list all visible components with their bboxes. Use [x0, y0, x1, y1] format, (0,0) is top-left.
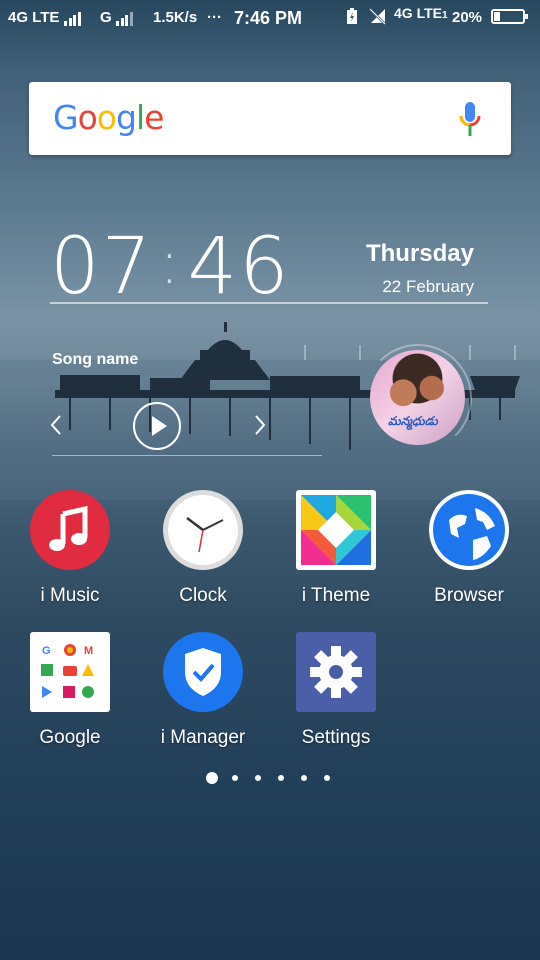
page-dot[interactable] — [206, 772, 218, 784]
theme-icon — [296, 490, 376, 570]
page-dot[interactable] — [232, 775, 238, 781]
signal-icon — [116, 9, 134, 26]
google-logo-letter: o — [96, 98, 117, 137]
clock-hours: 07 — [50, 222, 154, 312]
signal-icon — [64, 9, 82, 26]
page-dot[interactable] — [324, 775, 330, 781]
page-dot[interactable] — [255, 775, 261, 781]
network-label-2: G — [100, 9, 112, 26]
next-icon[interactable] — [248, 412, 270, 438]
more-notifications-icon: ··· — [207, 9, 222, 26]
no-signal-icon — [369, 7, 387, 29]
google-logo-letter: G — [53, 98, 79, 137]
mic-icon[interactable] — [459, 102, 481, 138]
google-logo-letter: g — [115, 98, 137, 137]
google-logo-letter: e — [144, 98, 164, 137]
svg-text:G: G — [42, 645, 51, 657]
music-note-icon — [30, 490, 110, 570]
network-label-1: 4G LTE — [8, 9, 60, 26]
album-art[interactable]: మన్మధుడు — [370, 350, 465, 445]
battery-saver-icon — [346, 7, 358, 29]
google-search-bar[interactable]: Google — [29, 82, 511, 155]
network-speed: 1.5K/s — [153, 9, 198, 26]
music-progress-line — [52, 455, 322, 456]
svg-text:M: M — [84, 645, 93, 657]
battery-icon — [491, 9, 528, 24]
page-dot[interactable] — [301, 775, 307, 781]
gear-icon — [296, 632, 376, 712]
sim-index: 1 — [442, 10, 448, 21]
google-folder-icon: G M — [30, 632, 110, 712]
clock-widget-day: Thursday — [365, 240, 474, 267]
page-dot[interactable] — [278, 775, 284, 781]
clock-widget-time[interactable]: 07:46 — [50, 222, 291, 312]
clock-minutes: 46 — [187, 222, 291, 312]
google-logo: Google — [53, 98, 164, 137]
app-label: Settings — [301, 727, 371, 748]
album-art-caption: మన్మధుడు — [388, 414, 438, 428]
song-name: Song name — [52, 351, 139, 368]
google-logo-letter: o — [77, 98, 98, 137]
clock-colon: : — [159, 228, 182, 298]
status-bar: 4G LTE G 1.5K/s ··· 7:46 PM 4G LTE 1 20% — [0, 0, 540, 34]
app-label: Browser — [434, 585, 504, 606]
globe-icon — [429, 490, 509, 570]
battery-percent: 20% — [452, 9, 483, 26]
network-label-3: 4G LTE — [394, 5, 442, 21]
clock-icon — [163, 490, 243, 570]
google-logo-letter: l — [135, 98, 145, 137]
clock-widget-date: 22 February — [382, 277, 474, 296]
previous-icon[interactable] — [46, 412, 68, 438]
status-time: 7:46 PM — [234, 8, 303, 28]
play-icon[interactable] — [133, 402, 181, 450]
shield-check-icon — [163, 632, 243, 712]
